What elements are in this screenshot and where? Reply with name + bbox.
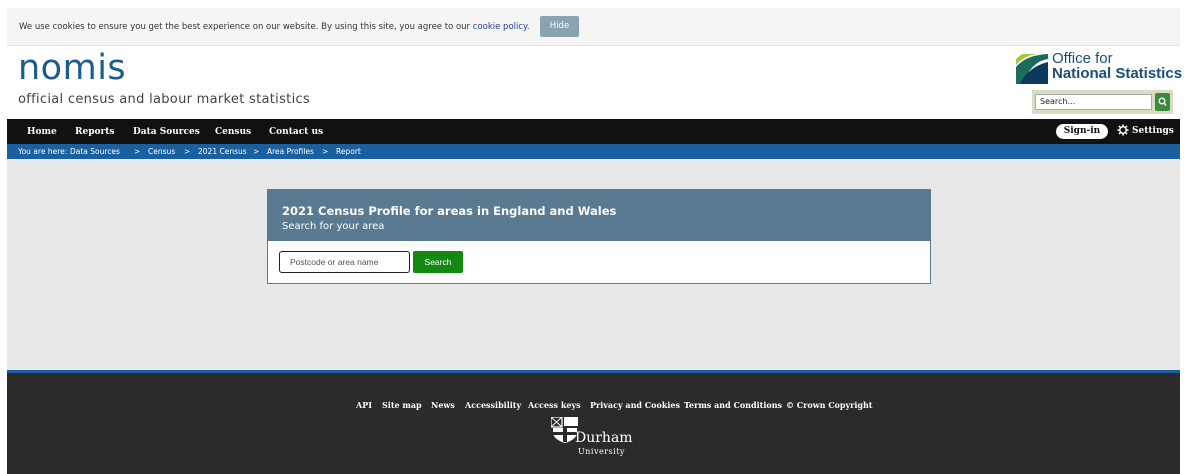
settings-label: Settings [1132, 126, 1174, 136]
breadcrumb-separator: > [253, 147, 260, 156]
footer-link-site-map[interactable]: Site map [382, 400, 422, 410]
sign-in-button[interactable]: Sign-in [1056, 124, 1108, 139]
area-search-panel: 2021 Census Profile for areas in England… [267, 189, 931, 284]
nomis-logo[interactable]: nomis [18, 48, 126, 88]
hide-cookie-button[interactable]: Hide [540, 16, 579, 37]
cookie-message-text: We use cookies to ensure you get the bes… [19, 22, 471, 32]
footer-link-accessibility[interactable]: Accessibility [465, 400, 521, 410]
cookie-message: We use cookies to ensure you get the bes… [19, 22, 530, 32]
nav-census[interactable]: Census [215, 127, 251, 137]
ons-logo-icon [1016, 53, 1048, 84]
nav-data-sources[interactable]: Data Sources [133, 127, 200, 137]
breadcrumb-separator: > [134, 147, 141, 156]
durham-name: Durham [575, 430, 633, 446]
durham-subtitle: University [578, 447, 625, 456]
breadcrumb-report: Report [336, 147, 361, 156]
footer-copyright: © Crown Copyright [786, 400, 873, 410]
breadcrumb-area-profiles[interactable]: Area Profiles [267, 147, 314, 156]
breadcrumb-prefix: You are here: [18, 147, 68, 156]
area-search-button[interactable]: Search [413, 251, 463, 273]
footer-link-news[interactable]: News [431, 400, 455, 410]
durham-logo[interactable]: Durham University [551, 417, 651, 459]
main-content: 2021 Census Profile for areas in England… [7, 159, 1180, 370]
site-footer: API Site map News Accessibility Access k… [7, 373, 1180, 474]
header-search: Search... [1032, 90, 1173, 114]
breadcrumb-separator: > [322, 147, 329, 156]
header-search-input[interactable]: Search... [1035, 94, 1152, 110]
cookie-policy-link[interactable]: cookie policy. [473, 22, 530, 32]
breadcrumb-data-sources[interactable]: Data Sources [70, 147, 120, 156]
settings-button[interactable]: Settings [1117, 124, 1174, 136]
panel-header: 2021 Census Profile for areas in England… [268, 190, 930, 241]
nav-contact-us[interactable]: Contact us [269, 127, 323, 137]
breadcrumb-census[interactable]: Census [148, 147, 175, 156]
nav-home[interactable]: Home [27, 127, 57, 137]
panel-title: 2021 Census Profile for areas in England… [282, 204, 617, 218]
footer-link-access-keys[interactable]: Access keys [528, 400, 581, 410]
search-icon [1158, 97, 1167, 106]
breadcrumb-2021-census[interactable]: 2021 Census [198, 147, 247, 156]
header-search-button[interactable] [1155, 93, 1170, 111]
site-tagline: official census and labour market statis… [18, 92, 310, 107]
cookie-banner: We use cookies to ensure you get the bes… [7, 8, 1180, 46]
page: We use cookies to ensure you get the bes… [0, 0, 1195, 474]
panel-subtitle: Search for your area [282, 221, 385, 232]
nav-reports[interactable]: Reports [75, 127, 114, 137]
site-header: nomis official census and labour market … [7, 46, 1183, 119]
breadcrumb: You are here: Data Sources > Census > 20… [7, 144, 1180, 159]
main-nav: Home Reports Data Sources Census Contact… [7, 119, 1180, 144]
footer-link-api[interactable]: API [356, 400, 372, 410]
ons-title-line2: National Statistics [1052, 65, 1183, 82]
breadcrumb-separator: > [184, 147, 191, 156]
footer-link-terms[interactable]: Terms and Conditions [684, 400, 782, 410]
footer-link-privacy[interactable]: Privacy and Cookies [590, 400, 680, 410]
ons-logo[interactable]: Office for National Statistics [1012, 50, 1183, 86]
area-search-input[interactable]: Postcode or area name [279, 251, 410, 273]
gear-icon [1117, 124, 1129, 136]
